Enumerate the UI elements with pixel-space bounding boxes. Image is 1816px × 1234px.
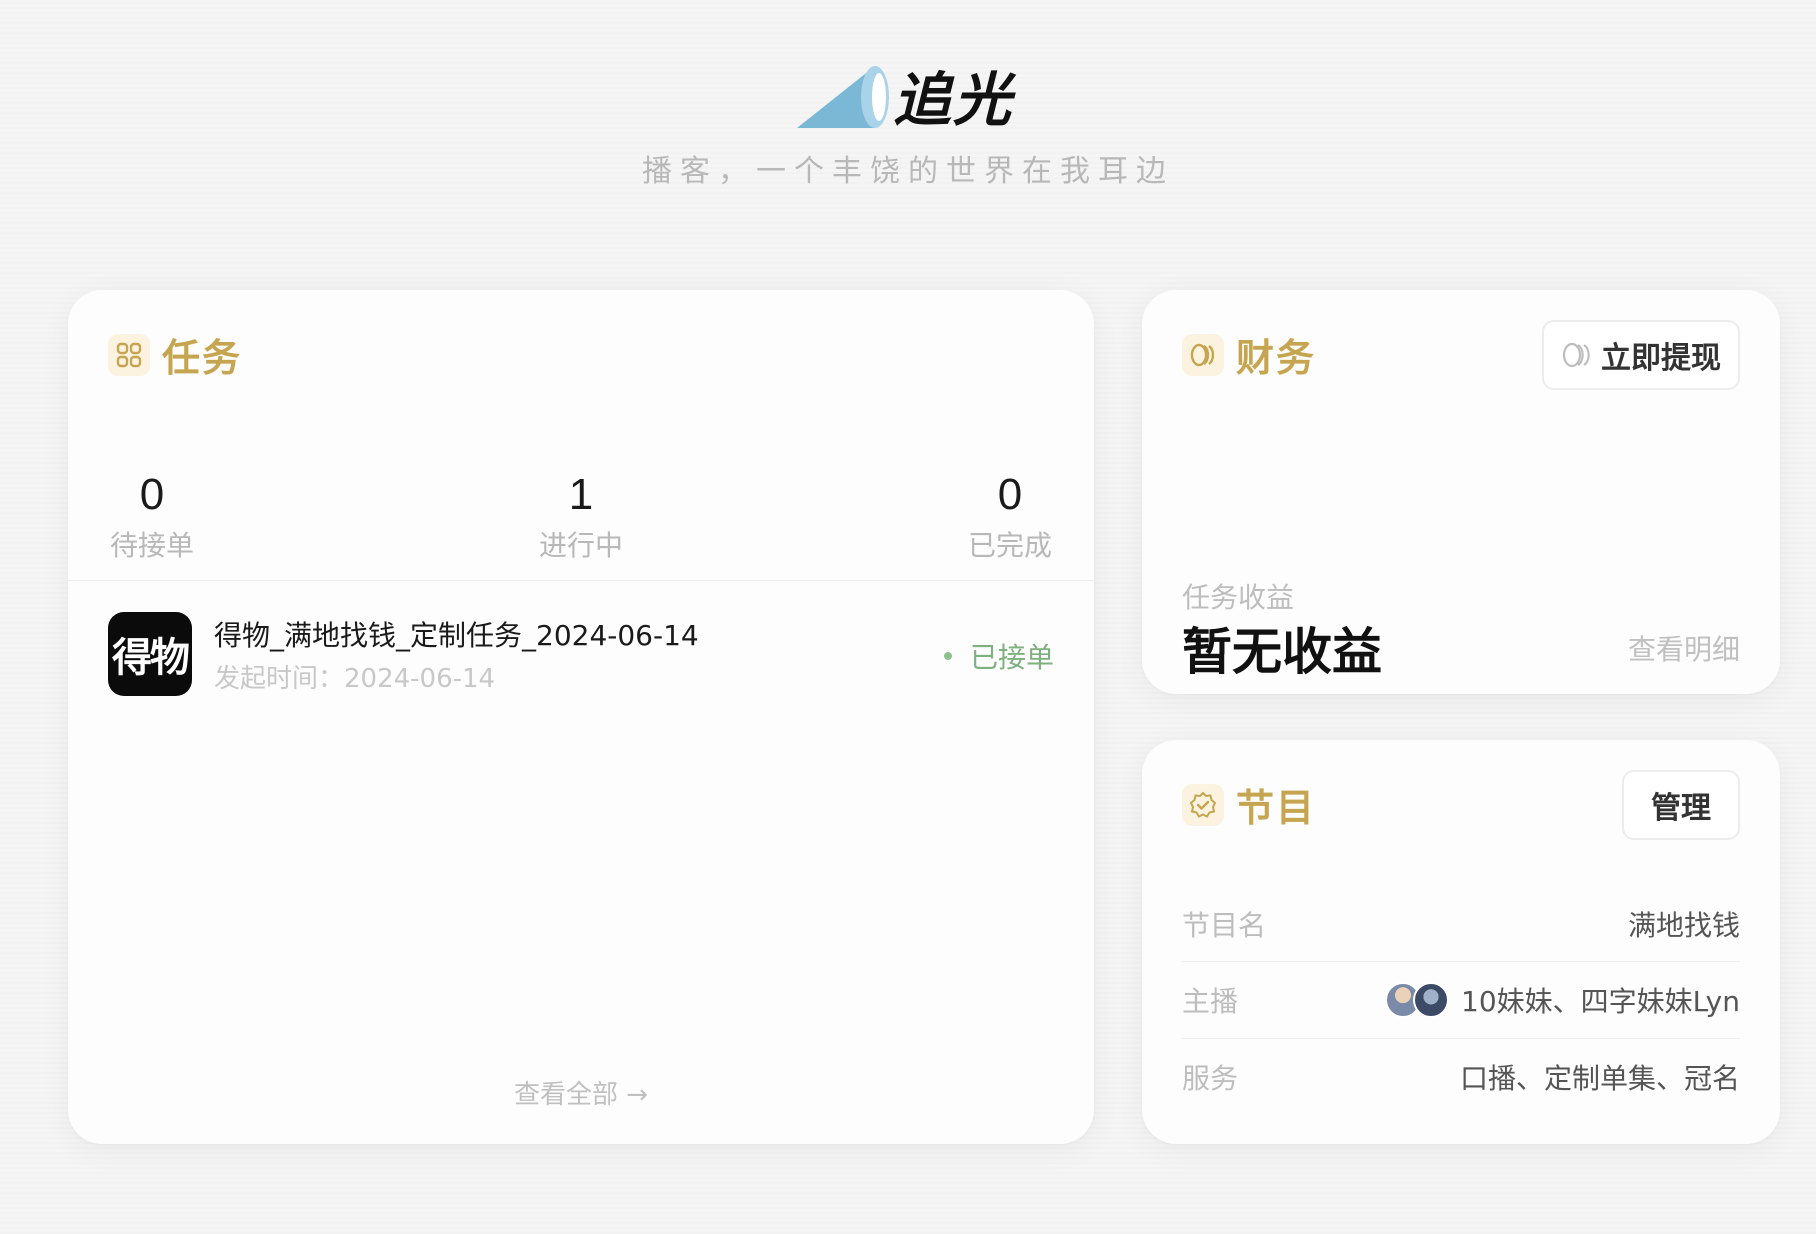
task-list-item[interactable]: 得物 得物_满地找钱_定制任务_2024-06-14 发起时间：2024-06-… xyxy=(108,610,1058,696)
hosts-label: 主播 xyxy=(1182,985,1239,1018)
tasks-title: 任务 xyxy=(108,327,242,382)
withdraw-button-label: 立即提现 xyxy=(1601,341,1721,376)
stat-in-progress[interactable]: 1 进行中 xyxy=(501,470,661,564)
task-date: 发起时间：2024-06-14 xyxy=(214,664,496,694)
brand-logo: 追光 xyxy=(793,58,1023,138)
status-dot-icon xyxy=(943,652,952,660)
spotlight-icon xyxy=(797,66,889,128)
services-label: 服务 xyxy=(1182,1062,1239,1095)
task-brand-logo: 得物 xyxy=(108,612,192,696)
program-row-name: 节目名 满地找钱 xyxy=(1182,886,1740,962)
stat-completed-value: 0 xyxy=(997,470,1023,519)
finance-title: 财务 xyxy=(1182,327,1316,382)
stat-pending-label: 待接单 xyxy=(109,529,194,562)
tasks-title-text: 任务 xyxy=(162,336,243,380)
brand-name: 追光 xyxy=(893,66,1014,134)
stat-in-progress-value: 1 xyxy=(568,470,594,519)
coins-icon xyxy=(1182,333,1224,376)
task-status-badge: 已接单 xyxy=(943,636,1054,676)
tasks-card xyxy=(68,290,1094,1144)
brand-slogan: 播客，一个丰饶的世界在我耳边 xyxy=(642,154,1174,189)
coins-outline-icon xyxy=(1561,341,1593,369)
program-title: 节目 xyxy=(1182,777,1316,832)
page: 追光 播客，一个丰饶的世界在我耳边 任务 0 待接单 1 进行中 0 已完成 得… xyxy=(0,0,1816,1234)
program-name-label: 节目名 xyxy=(1182,909,1267,942)
badge-check-icon xyxy=(1182,783,1224,826)
stat-pending[interactable]: 0 待接单 xyxy=(72,470,232,564)
task-status-text: 已接单 xyxy=(969,641,1054,674)
program-row-services: 服务 口播、定制单集、冠名 xyxy=(1182,1039,1740,1115)
task-name: 得物_满地找钱_定制任务_2024-06-14 xyxy=(214,619,699,652)
program-row-hosts: 主播 10妹妹、四字妹妹Lyn xyxy=(1182,962,1740,1038)
finance-title-text: 财务 xyxy=(1236,336,1317,380)
program-title-text: 节目 xyxy=(1236,786,1317,830)
host-avatars xyxy=(1385,982,1450,1018)
stat-completed[interactable]: 0 已完成 xyxy=(930,470,1090,564)
stats-divider xyxy=(68,580,1094,581)
hosts-value-group: 10妹妹、四字妹妹Lyn xyxy=(1385,980,1740,1020)
brand-header: 追光 xyxy=(0,58,1816,138)
manage-button[interactable]: 管理 xyxy=(1622,770,1740,840)
view-all-tasks-link[interactable]: 查看全部 → xyxy=(68,1074,1094,1111)
grid-icon xyxy=(108,333,150,376)
income-value: 暂无收益 xyxy=(1182,623,1382,681)
hosts-value: 10妹妹、四字妹妹Lyn xyxy=(1461,985,1740,1018)
income-label: 任务收益 xyxy=(1182,581,1295,614)
services-value: 口播、定制单集、冠名 xyxy=(1459,1062,1740,1095)
stat-completed-label: 已完成 xyxy=(967,529,1052,562)
view-details-link[interactable]: 查看明细 xyxy=(1582,628,1740,668)
avatar xyxy=(1413,982,1450,1018)
stat-in-progress-label: 进行中 xyxy=(538,529,623,562)
program-name-value: 满地找钱 xyxy=(1627,909,1740,942)
withdraw-button[interactable]: 立即提现 xyxy=(1542,320,1740,390)
stat-pending-value: 0 xyxy=(139,470,165,519)
